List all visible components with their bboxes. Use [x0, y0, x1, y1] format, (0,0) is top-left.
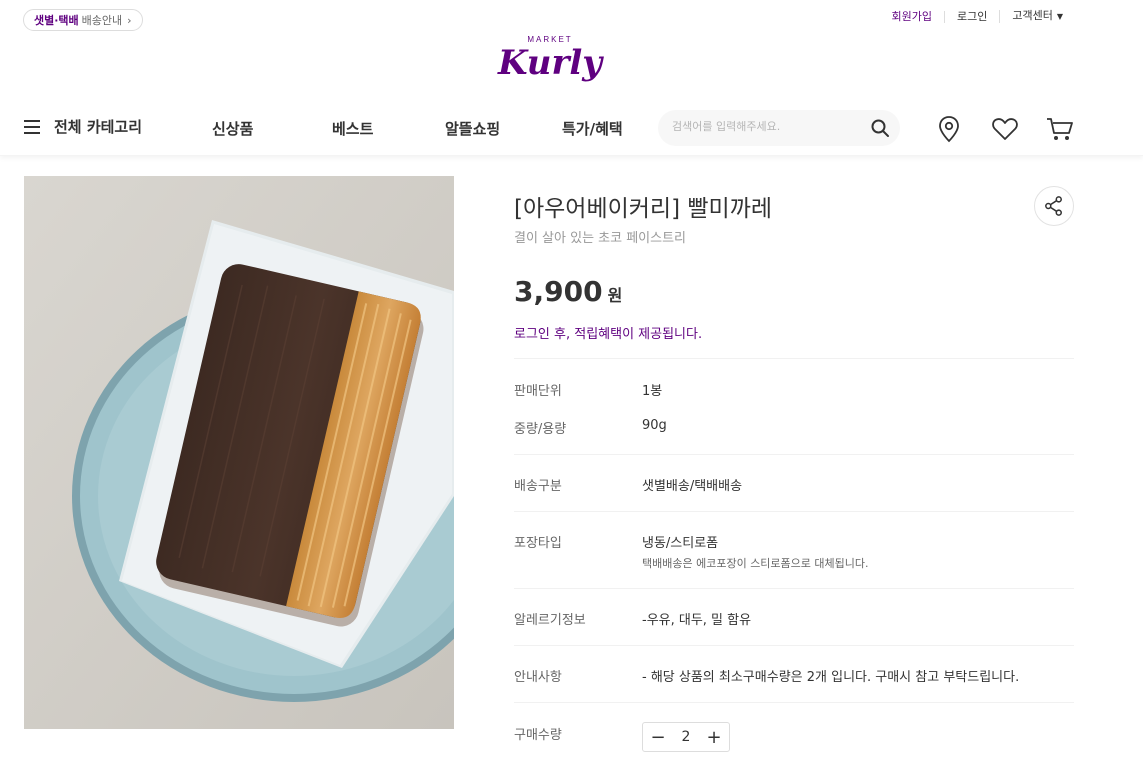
all-category-button[interactable]: 전체 카테고리	[24, 116, 142, 137]
detail-label: 중량/용량	[514, 422, 567, 437]
chevron-down-icon: ▼	[1056, 12, 1063, 21]
detail-value: 냉동/스티로폼	[642, 536, 719, 551]
all-category-label: 전체 카테고리	[54, 118, 143, 136]
product-image	[24, 176, 454, 729]
detail-value: 샛별배송/택배배송	[642, 479, 743, 494]
detail-label: 판매단위	[514, 384, 562, 399]
detail-label: 배송구분	[514, 479, 562, 494]
divider	[514, 702, 1074, 703]
detail-value: - 해당 상품의 최소구매수량은 2개 입니다. 구매시 참고 부탁드립니다.	[642, 670, 1020, 685]
heart-icon[interactable]	[990, 114, 1020, 144]
delivery-info-button[interactable]: 샛별·택배 배송안내 ›	[23, 9, 143, 31]
product-subtitle: 결이 살아 있는 초코 페이스트리	[514, 231, 687, 246]
login-benefit-notice: 로그인 후, 적립혜택이 제공됩니다.	[514, 327, 703, 342]
customer-center-link[interactable]: 고객센터 ▼	[999, 10, 1075, 23]
search-box	[658, 110, 900, 146]
divider	[514, 645, 1074, 646]
divider	[514, 358, 1074, 359]
nav-new-products[interactable]: 신상품	[212, 118, 253, 139]
cart-icon[interactable]	[1045, 114, 1075, 144]
share-icon[interactable]	[1034, 186, 1074, 226]
detail-label: 포장타입	[514, 536, 562, 551]
quantity-label: 구매수량	[514, 728, 562, 743]
product-price: 3,900 원	[514, 275, 622, 308]
divider	[514, 511, 1074, 512]
nav-special-deals[interactable]: 특가/혜택	[562, 118, 623, 139]
detail-label: 안내사항	[514, 670, 562, 685]
login-link[interactable]: 로그인	[943, 10, 999, 23]
nav-bargain[interactable]: 알뜰쇼핑	[445, 118, 500, 139]
detail-subnote: 택배배송은 에코포장이 스티로폼으로 대체됩니다.	[642, 557, 869, 570]
price-value: 3,900	[514, 275, 603, 308]
product-title: [아우어베이커리] 빨미까레	[514, 196, 773, 222]
search-input[interactable]	[672, 120, 862, 133]
detail-value: 1봉	[642, 384, 663, 399]
quantity-increase-button[interactable]: +	[705, 727, 723, 748]
user-links: 회원가입 로그인 고객센터 ▼	[880, 10, 1076, 23]
search-icon[interactable]	[870, 118, 890, 138]
quantity-value: 2	[681, 729, 691, 745]
detail-value: 90g	[642, 418, 667, 433]
quantity-decrease-button[interactable]: −	[649, 727, 667, 748]
signup-link[interactable]: 회원가입	[880, 10, 944, 23]
price-currency: 원	[607, 286, 623, 305]
menu-icon	[24, 119, 40, 134]
market-kurly-logo[interactable]: MARKET Kurly	[496, 26, 604, 92]
logo-main-text: Kurly	[497, 43, 604, 83]
delivery-info-label: 배송안내	[81, 14, 123, 27]
location-pin-icon[interactable]	[934, 114, 964, 144]
quantity-stepper: − 2 +	[642, 722, 730, 752]
detail-label: 알레르기정보	[514, 613, 586, 628]
nav-best[interactable]: 베스트	[332, 118, 373, 139]
chevron-right-icon: ›	[127, 13, 132, 27]
customer-center-label: 고객센터	[1012, 9, 1053, 22]
divider	[514, 454, 1074, 455]
detail-value: -우유, 대두, 밀 함유	[642, 613, 752, 628]
divider	[514, 588, 1074, 589]
main-nav: 전체 카테고리 신상품 베스트 알뜰쇼핑 특가/혜택	[0, 100, 1143, 156]
delivery-type-label: 샛별·택배	[34, 14, 79, 27]
